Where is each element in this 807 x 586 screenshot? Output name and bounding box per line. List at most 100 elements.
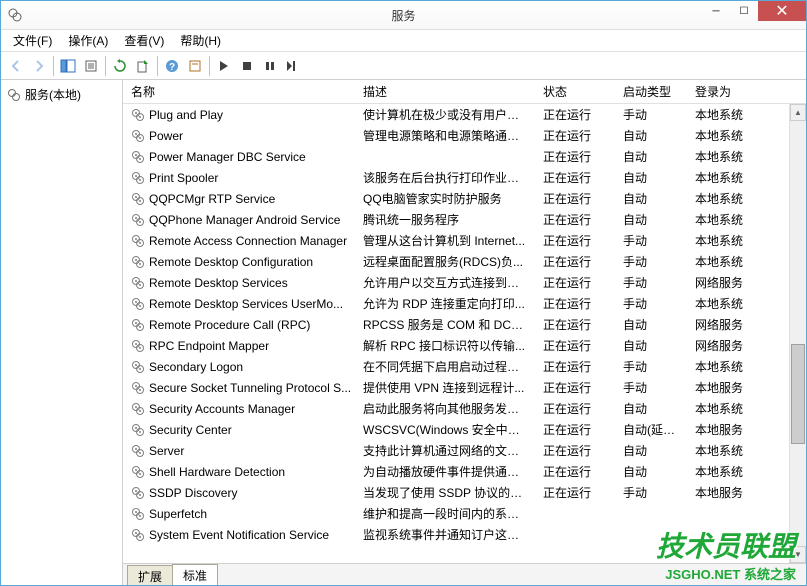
service-logon: 本地服务: [687, 377, 767, 398]
service-name-cell: Print Spooler: [123, 169, 355, 187]
service-row[interactable]: Remote Desktop Configuration远程桌面配置服务(RDC…: [123, 251, 806, 272]
service-row[interactable]: Remote Desktop Services UserMo...允许为 RDP…: [123, 293, 806, 314]
service-row[interactable]: Security Accounts Manager启动此服务将向其他服务发出..…: [123, 398, 806, 419]
service-logon: 本地系统: [687, 230, 767, 251]
service-row[interactable]: Plug and Play使计算机在极少或没有用户输...正在运行手动本地系统: [123, 104, 806, 125]
service-row[interactable]: Power管理电源策略和电源策略通知...正在运行自动本地系统: [123, 125, 806, 146]
column-name[interactable]: 名称: [123, 80, 355, 104]
gear-icon: [131, 486, 145, 500]
gear-icon: [131, 423, 145, 437]
tab-standard[interactable]: 标准: [172, 564, 218, 585]
service-status: 正在运行: [535, 251, 615, 272]
menu-action[interactable]: 操作(A): [60, 30, 116, 51]
service-name-cell: Secondary Logon: [123, 358, 355, 376]
service-name: Secure Socket Tunneling Protocol S...: [149, 381, 351, 395]
service-name: QQPCMgr RTP Service: [149, 192, 275, 206]
service-row[interactable]: Secondary Logon在不同凭据下启用启动过程。...正在运行手动本地系…: [123, 356, 806, 377]
help-button[interactable]: ?: [161, 55, 183, 77]
service-description: 腾讯统一服务程序: [355, 209, 535, 230]
service-name: QQPhone Manager Android Service: [149, 213, 340, 227]
stop-button[interactable]: [236, 55, 258, 77]
service-status: 正在运行: [535, 461, 615, 482]
service-name-cell: Server: [123, 442, 355, 460]
service-row[interactable]: Remote Desktop Services允许用户以交互方式连接到远...正…: [123, 272, 806, 293]
options-button[interactable]: [184, 55, 206, 77]
scroll-down-button[interactable]: ▼: [790, 546, 806, 563]
properties-button[interactable]: [80, 55, 102, 77]
service-row[interactable]: Superfetch维护和提高一段时间内的系统...: [123, 503, 806, 524]
service-row[interactable]: Print Spooler该服务在后台执行打印作业并...正在运行自动本地系统: [123, 167, 806, 188]
service-row[interactable]: Power Manager DBC Service正在运行自动本地系统: [123, 146, 806, 167]
service-name: Server: [149, 444, 184, 458]
service-row[interactable]: SSDP Discovery当发现了使用 SSDP 协议的网...正在运行手动本…: [123, 482, 806, 503]
service-startup: 手动: [615, 482, 687, 503]
close-button[interactable]: ✕: [758, 1, 806, 21]
service-description: 远程桌面配置服务(RDCS)负...: [355, 251, 535, 272]
separator: [157, 56, 158, 76]
service-row[interactable]: Remote Procedure Call (RPC)RPCSS 服务是 COM…: [123, 314, 806, 335]
service-status: 正在运行: [535, 146, 615, 167]
service-row[interactable]: Secure Socket Tunneling Protocol S... 提供使…: [123, 377, 806, 398]
service-row[interactable]: Shell Hardware Detection为自动播放硬件事件提供通知。正在…: [123, 461, 806, 482]
minimize-button[interactable]: ─: [702, 1, 730, 21]
service-name-cell: SSDP Discovery: [123, 484, 355, 502]
column-status[interactable]: 状态: [535, 80, 615, 104]
service-startup: 手动: [615, 251, 687, 272]
service-row[interactable]: Security CenterWSCSVC(Windows 安全中心...正在运…: [123, 419, 806, 440]
gear-icon: [131, 507, 145, 521]
service-name-cell: Remote Desktop Configuration: [123, 253, 355, 271]
column-startup[interactable]: 启动类型: [615, 80, 687, 104]
service-name: Power: [149, 129, 183, 143]
service-status: [535, 512, 615, 516]
gear-icon: [131, 129, 145, 143]
separator: [105, 56, 106, 76]
show-hide-tree-button[interactable]: [57, 55, 79, 77]
service-row[interactable]: QQPCMgr RTP ServiceQQ电脑管家实时防护服务正在运行自动本地系…: [123, 188, 806, 209]
service-status: [535, 533, 615, 537]
export-button[interactable]: [132, 55, 154, 77]
scroll-thumb[interactable]: [791, 344, 805, 444]
refresh-button[interactable]: [109, 55, 131, 77]
maximize-button[interactable]: ☐: [730, 1, 758, 21]
services-list[interactable]: Plug and Play使计算机在极少或没有用户输...正在运行手动本地系统 P…: [123, 104, 806, 563]
back-button[interactable]: [5, 55, 27, 77]
restart-button[interactable]: [282, 55, 304, 77]
service-row[interactable]: System Event Notification Service监视系统事件并…: [123, 524, 806, 545]
tab-extended[interactable]: 扩展: [127, 565, 173, 585]
column-logon[interactable]: 登录为: [687, 80, 767, 104]
service-startup: 手动: [615, 272, 687, 293]
service-row[interactable]: QQPhone Manager Android Service腾讯统一服务程序正…: [123, 209, 806, 230]
service-startup: 手动: [615, 230, 687, 251]
service-description: 提供使用 VPN 连接到远程计...: [355, 377, 535, 398]
service-description: 为自动播放硬件事件提供通知。: [355, 461, 535, 482]
scroll-up-button[interactable]: ▲: [790, 104, 806, 121]
forward-button[interactable]: [28, 55, 50, 77]
separator: [209, 56, 210, 76]
service-description: [355, 155, 535, 159]
pause-button[interactable]: [259, 55, 281, 77]
sidebar-root-item[interactable]: 服务(本地): [5, 84, 118, 105]
service-status: 正在运行: [535, 188, 615, 209]
menu-file[interactable]: 文件(F): [5, 30, 60, 51]
start-button[interactable]: [213, 55, 235, 77]
service-description: 管理电源策略和电源策略通知...: [355, 125, 535, 146]
service-logon: 本地系统: [687, 440, 767, 461]
service-name-cell: QQPCMgr RTP Service: [123, 190, 355, 208]
service-startup: 手动: [615, 293, 687, 314]
service-row[interactable]: Remote Access Connection Manager管理从这台计算机…: [123, 230, 806, 251]
service-logon: 本地系统: [687, 251, 767, 272]
vertical-scrollbar[interactable]: ▲ ▼: [789, 104, 806, 563]
service-name-cell: Shell Hardware Detection: [123, 463, 355, 481]
service-description: 允许为 RDP 连接重定向打印...: [355, 293, 535, 314]
service-name-cell: Power Manager DBC Service: [123, 148, 355, 166]
service-row[interactable]: RPC Endpoint Mapper解析 RPC 接口标识符以传输...正在运…: [123, 335, 806, 356]
column-description[interactable]: 描述: [355, 80, 535, 104]
menu-help[interactable]: 帮助(H): [172, 30, 229, 51]
service-row[interactable]: Server支持此计算机通过网络的文件...正在运行自动本地系统: [123, 440, 806, 461]
menu-view[interactable]: 查看(V): [116, 30, 172, 51]
service-description: 监视系统事件并通知订户这些...: [355, 524, 535, 545]
service-name: Security Accounts Manager: [149, 402, 295, 416]
gear-icon: [131, 360, 145, 374]
service-description: WSCSVC(Windows 安全中心...: [355, 419, 535, 440]
service-startup: 自动: [615, 461, 687, 482]
